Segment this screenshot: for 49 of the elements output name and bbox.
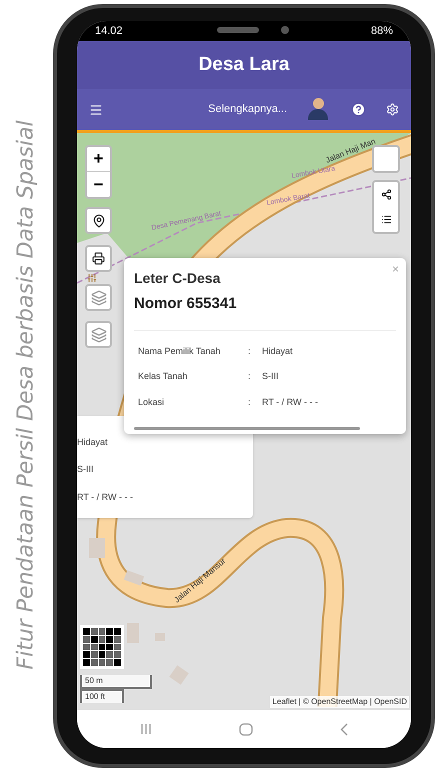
field-label: Nama Pemilik Tanah — [138, 344, 222, 358]
layers-button[interactable] — [85, 284, 112, 311]
building-drawing — [127, 623, 139, 643]
layers-icon — [90, 326, 106, 342]
print-button[interactable] — [85, 245, 112, 272]
scale-bar: 50 m — [80, 675, 152, 689]
popup-title: Leter C-Desa — [134, 269, 222, 288]
field-value: Hidayat — [262, 344, 293, 358]
printer-icon — [92, 252, 105, 265]
building-drawing — [89, 538, 105, 558]
home-icon[interactable] — [238, 722, 253, 736]
more-link[interactable]: Selengkapnya... — [208, 101, 287, 118]
status-time: 14.02 — [95, 24, 123, 39]
battery-level: 88% — [370, 24, 393, 39]
popup-value: RT - / RW - - - — [77, 490, 134, 504]
avatar-icon[interactable] — [307, 98, 329, 122]
building-drawing — [124, 570, 144, 586]
back-icon[interactable] — [340, 722, 348, 736]
building-drawing — [155, 633, 165, 641]
field-separator: : — [248, 396, 252, 408]
map-attribution[interactable]: Leaflet | © OpenStreetMap | OpenSID — [270, 696, 409, 708]
field-label: Kelas Tanah — [138, 370, 188, 383]
speaker-icon — [217, 27, 259, 33]
popup-subtitle: Nomor 655341 — [134, 294, 238, 314]
app-title: Desa Lara — [198, 52, 290, 77]
menu-icon[interactable] — [89, 102, 103, 116]
field-label: Lokasi — [138, 396, 166, 408]
pin-icon — [92, 214, 106, 228]
camera-icon — [281, 26, 289, 34]
field-separator: : — [248, 344, 252, 358]
recents-icon[interactable] — [140, 723, 152, 735]
field-value: S-III — [262, 370, 279, 383]
layers-icon — [90, 290, 106, 306]
layers-button[interactable] — [85, 321, 112, 348]
field-separator: : — [248, 370, 252, 383]
popup-value: S-III — [77, 463, 95, 476]
nodes-icon[interactable] — [380, 189, 392, 200]
zoom-out-button[interactable]: − — [87, 172, 110, 197]
road-label: Jalan Haji Man — [324, 136, 377, 165]
locate-button[interactable] — [85, 207, 112, 234]
field-value: RT - / RW - - - — [262, 396, 318, 408]
help-icon[interactable] — [351, 102, 366, 117]
settings-icon[interactable] — [386, 103, 399, 116]
caption: Fitur Pendataan Persil Desa berbasis Data Spasial — [12, 120, 40, 670]
zoom-in-button[interactable]: + — [87, 147, 110, 172]
popup-value: Hidayat — [77, 436, 109, 449]
scale-bar: 100 ft — [80, 689, 124, 703]
sliders-icon[interactable] — [87, 273, 97, 283]
qr-code — [80, 625, 124, 669]
